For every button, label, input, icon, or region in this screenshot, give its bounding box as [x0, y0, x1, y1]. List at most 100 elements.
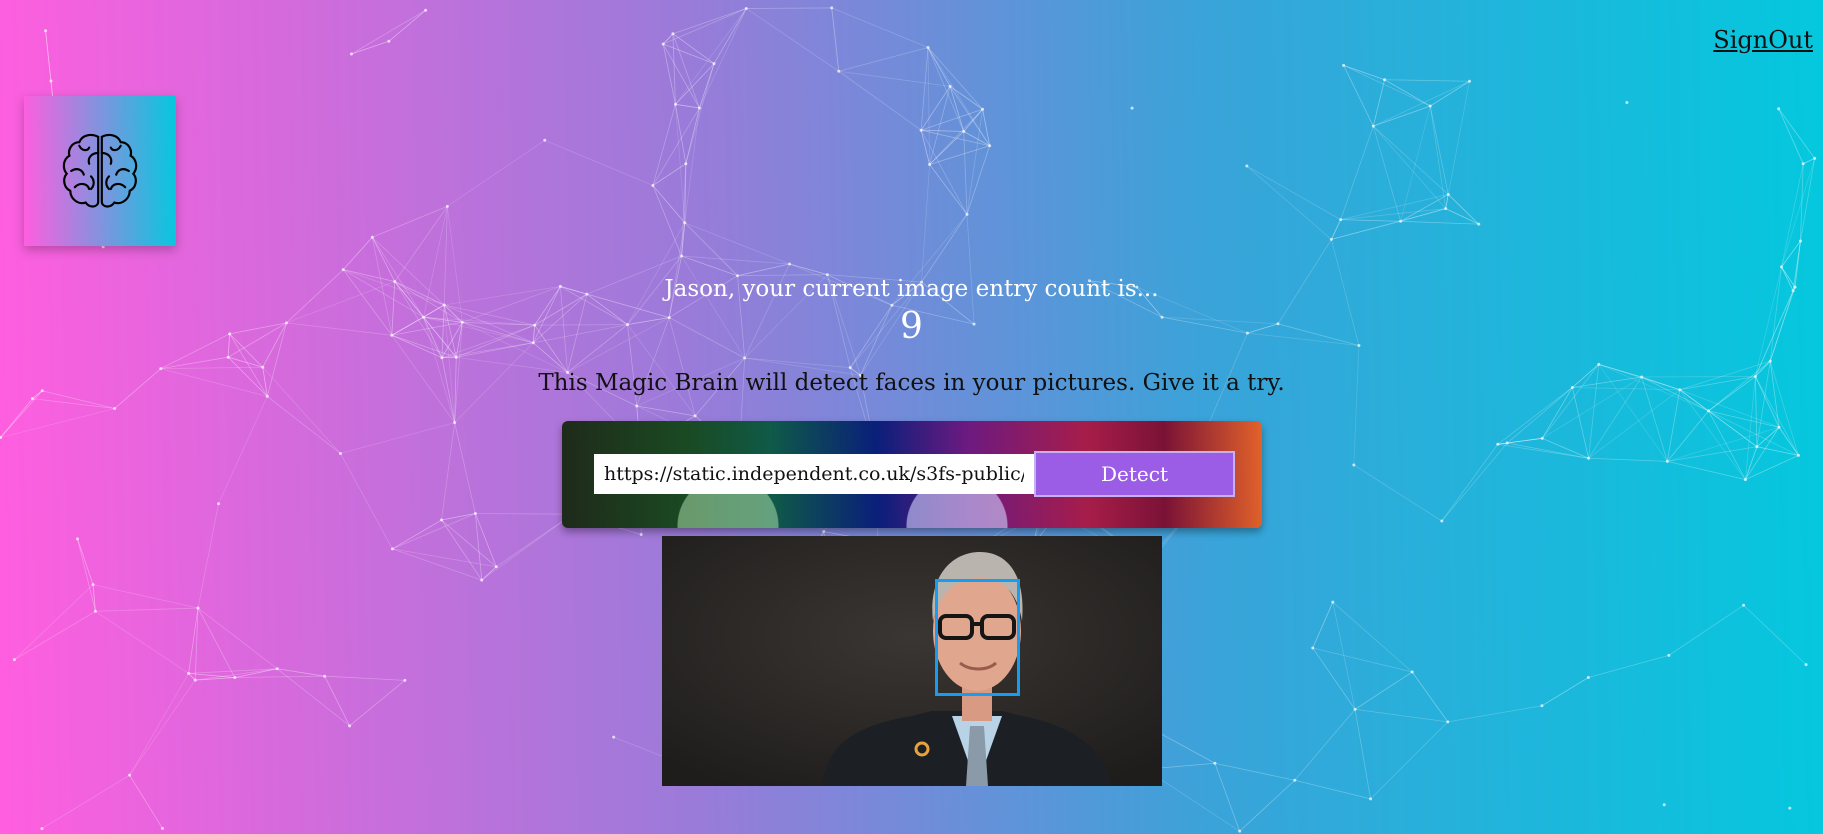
particle-link — [160, 366, 263, 370]
particle-dot — [49, 79, 53, 83]
particle-link — [1312, 602, 1334, 649]
particle-link — [684, 222, 738, 276]
particle-link — [927, 47, 965, 132]
particle-link — [0, 408, 115, 438]
particle-link — [1411, 671, 1449, 723]
particle-dot — [348, 724, 352, 728]
particle-link — [1400, 220, 1479, 225]
top-navigation: SignOut — [1713, 26, 1813, 54]
particle-link — [652, 107, 700, 186]
particle-dot — [1779, 265, 1783, 269]
particle-link — [699, 63, 715, 109]
particle-link — [746, 7, 832, 9]
particle-dot — [323, 674, 327, 678]
particle-link — [197, 607, 236, 678]
particle-dot — [928, 162, 932, 166]
particle-dot — [445, 204, 449, 208]
particle-dot — [453, 421, 457, 425]
particle-dot — [543, 138, 547, 142]
particle-dot — [1540, 704, 1544, 708]
particle-link — [1666, 410, 1709, 462]
particle-dot — [1788, 806, 1792, 810]
particle-link — [95, 610, 189, 674]
particle-dot — [1540, 436, 1544, 440]
particle-dot — [1130, 106, 1134, 110]
particle-dot — [948, 84, 952, 88]
particle-link — [672, 33, 715, 64]
particle-dot — [44, 29, 48, 33]
particle-dot — [1329, 237, 1333, 241]
particle-dot — [91, 583, 95, 587]
particle-link — [388, 9, 426, 42]
particle-link — [1778, 427, 1799, 456]
particle-link — [920, 130, 968, 215]
particle-link — [920, 130, 930, 165]
particle-dot — [830, 6, 834, 10]
particle-dot — [1801, 162, 1805, 166]
particle-link — [789, 263, 828, 276]
particle-dot — [693, 414, 697, 418]
particle-link — [447, 139, 545, 207]
particle-dot — [671, 32, 675, 36]
particle-link — [1239, 779, 1296, 832]
particle-dot — [1371, 124, 1375, 128]
particle-dot — [962, 130, 966, 134]
particle-link — [1667, 426, 1780, 462]
particle-dot — [926, 46, 930, 50]
particle-link — [963, 131, 990, 147]
particle-dot — [1369, 797, 1373, 801]
particle-dot — [424, 8, 428, 12]
particle-link — [1400, 105, 1431, 222]
particle-link — [1340, 126, 1374, 220]
signout-link[interactable]: SignOut — [1713, 26, 1813, 54]
particle-link — [1542, 437, 1589, 459]
particle-link — [838, 70, 922, 131]
particle-link — [1588, 457, 1668, 462]
particle-link — [1372, 126, 1402, 222]
particle-dot — [387, 39, 391, 43]
particle-link — [1373, 105, 1431, 127]
particle-link — [1430, 80, 1470, 107]
particle-link — [1372, 79, 1385, 127]
image-url-input[interactable] — [594, 454, 1034, 494]
particle-link — [1373, 80, 1470, 127]
particle-link — [1668, 604, 1744, 656]
particle-dot — [1428, 104, 1432, 108]
particle-dot — [93, 609, 97, 613]
particle-dot — [1477, 222, 1481, 226]
particle-link — [1159, 732, 1216, 764]
particle-link — [392, 548, 482, 581]
particle-link — [392, 548, 497, 568]
particle-link — [197, 503, 219, 609]
particle-dot — [1625, 101, 1629, 105]
particle-dot — [390, 547, 394, 551]
particle-dot — [1665, 459, 1669, 463]
particle-link — [441, 422, 456, 521]
particle-dot — [635, 404, 639, 408]
particle-dot — [639, 533, 643, 537]
particle-dot — [1245, 164, 1249, 168]
entry-count-label: Jason, your current image entry count is… — [664, 276, 1159, 302]
particle-dot — [1440, 519, 1444, 523]
particle-link — [218, 396, 268, 504]
particle-dot — [1342, 63, 1346, 67]
particle-link — [1355, 708, 1448, 723]
particle-link — [392, 519, 442, 550]
particle-dot — [1352, 463, 1356, 467]
particle-link — [831, 7, 840, 72]
image-link-form: Detect — [562, 421, 1262, 528]
particle-link — [652, 185, 682, 257]
particle-link — [966, 145, 991, 215]
particle-dot — [661, 42, 665, 46]
particle-dot — [1468, 79, 1472, 83]
particle-dot — [1768, 359, 1772, 363]
particle-dot — [1213, 761, 1217, 765]
detect-button[interactable]: Detect — [1034, 451, 1235, 497]
particle-link — [340, 422, 455, 454]
particle-link — [1330, 219, 1342, 240]
particle-link — [1340, 219, 1401, 222]
particle-link — [713, 8, 747, 64]
particle-link — [1743, 604, 1807, 665]
particle-link — [929, 164, 968, 215]
particle-dot — [1410, 670, 1414, 674]
